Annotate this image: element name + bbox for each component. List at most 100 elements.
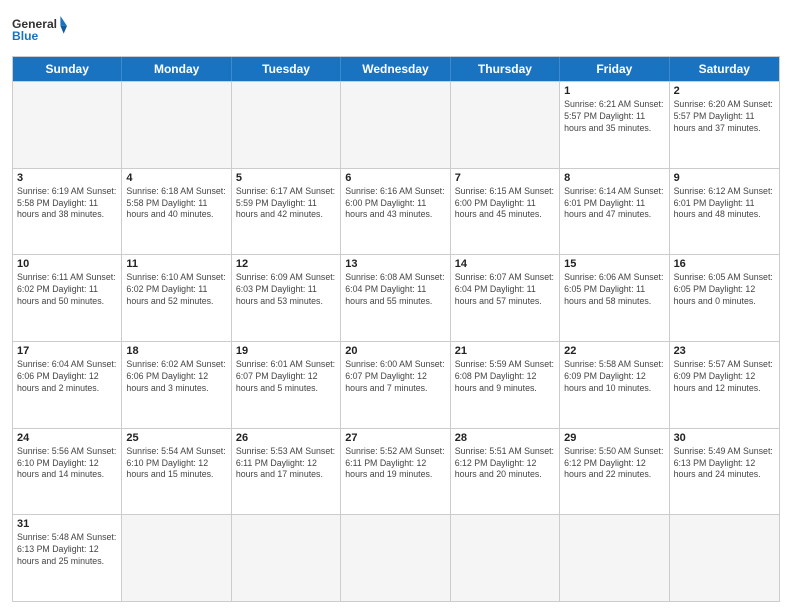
calendar-row: 31 Sunrise: 5:48 AM Sunset: 6:13 PM Dayli… [13, 514, 779, 601]
day-info: Sunrise: 6:00 AM Sunset: 6:07 PM Dayligh… [345, 359, 445, 395]
calendar-cell: 5 Sunrise: 6:17 AM Sunset: 5:59 PM Daylig… [232, 169, 341, 255]
calendar-cell [341, 82, 450, 168]
day-number: 11 [126, 258, 226, 270]
calendar-cell: 25Sunrise: 5:54 AM Sunset: 6:10 PM Dayli… [122, 429, 231, 515]
day-number: 10 [17, 258, 117, 270]
day-info: Sunrise: 5:50 AM Sunset: 6:12 PM Dayligh… [564, 446, 664, 482]
calendar-cell: 11 Sunrise: 6:10 AM Sunset: 6:02 PM Dayli… [122, 255, 231, 341]
day-info: Sunrise: 5:59 AM Sunset: 6:08 PM Dayligh… [455, 359, 555, 395]
day-number: 20 [345, 345, 445, 357]
calendar-cell: 6 Sunrise: 6:16 AM Sunset: 6:00 PM Daylig… [341, 169, 450, 255]
day-number: 28 [455, 432, 555, 444]
logo-svg: General Blue [12, 10, 67, 50]
day-number: 31 [17, 518, 117, 530]
day-info: Sunrise: 6:06 AM Sunset: 6:05 PM Dayligh… [564, 272, 664, 308]
calendar-cell: 20 Sunrise: 6:00 AM Sunset: 6:07 PM Dayli… [341, 342, 450, 428]
calendar-cell: 30 Sunrise: 5:49 AM Sunset: 6:13 PM Dayli… [670, 429, 779, 515]
calendar-cell: 22 Sunrise: 5:58 AM Sunset: 6:09 PM Dayli… [560, 342, 669, 428]
day-number: 14 [455, 258, 555, 270]
calendar-cell [341, 515, 450, 601]
calendar-row: 24 Sunrise: 5:56 AM Sunset: 6:10 PM Dayli… [13, 428, 779, 515]
calendar-row: 10 Sunrise: 6:11 AM Sunset: 6:02 PM Dayli… [13, 254, 779, 341]
calendar-cell: 16Sunrise: 6:05 AM Sunset: 6:05 PM Dayli… [670, 255, 779, 341]
calendar-cell: 23 Sunrise: 5:57 AM Sunset: 6:09 PM Dayli… [670, 342, 779, 428]
day-number: 7 [455, 172, 555, 184]
calendar-cell [451, 82, 560, 168]
calendar-cell: 21Sunrise: 5:59 AM Sunset: 6:08 PM Dayli… [451, 342, 560, 428]
day-number: 3 [17, 172, 117, 184]
weekday-header: Monday [122, 57, 231, 81]
day-info: Sunrise: 5:56 AM Sunset: 6:10 PM Dayligh… [17, 446, 117, 482]
logo: General Blue [12, 10, 67, 50]
day-number: 25 [126, 432, 226, 444]
day-info: Sunrise: 6:09 AM Sunset: 6:03 PM Dayligh… [236, 272, 336, 308]
day-number: 29 [564, 432, 664, 444]
calendar-cell [670, 515, 779, 601]
calendar-cell: 15Sunrise: 6:06 AM Sunset: 6:05 PM Dayli… [560, 255, 669, 341]
day-number: 12 [236, 258, 336, 270]
day-number: 27 [345, 432, 445, 444]
day-number: 1 [564, 85, 664, 97]
day-number: 24 [17, 432, 117, 444]
calendar-cell [451, 515, 560, 601]
day-number: 5 [236, 172, 336, 184]
day-info: Sunrise: 5:53 AM Sunset: 6:11 PM Dayligh… [236, 446, 336, 482]
day-number: 17 [17, 345, 117, 357]
day-info: Sunrise: 5:49 AM Sunset: 6:13 PM Dayligh… [674, 446, 775, 482]
calendar-cell: 19Sunrise: 6:01 AM Sunset: 6:07 PM Dayli… [232, 342, 341, 428]
weekday-header: Tuesday [232, 57, 341, 81]
day-number: 22 [564, 345, 664, 357]
calendar-cell: 27Sunrise: 5:52 AM Sunset: 6:11 PM Dayli… [341, 429, 450, 515]
calendar-row: 3 Sunrise: 6:19 AM Sunset: 5:58 PM Daylig… [13, 168, 779, 255]
day-number: 6 [345, 172, 445, 184]
calendar-row: 1 Sunrise: 6:21 AM Sunset: 5:57 PM Daylig… [13, 81, 779, 168]
calendar-cell: 29 Sunrise: 5:50 AM Sunset: 6:12 PM Dayli… [560, 429, 669, 515]
calendar-cell: 10 Sunrise: 6:11 AM Sunset: 6:02 PM Dayli… [13, 255, 122, 341]
day-info: Sunrise: 6:05 AM Sunset: 6:05 PM Dayligh… [674, 272, 775, 308]
day-number: 2 [674, 85, 775, 97]
day-info: Sunrise: 6:12 AM Sunset: 6:01 PM Dayligh… [674, 186, 775, 222]
calendar-cell: 9 Sunrise: 6:12 AM Sunset: 6:01 PM Daylig… [670, 169, 779, 255]
calendar-cell: 26Sunrise: 5:53 AM Sunset: 6:11 PM Dayli… [232, 429, 341, 515]
day-info: Sunrise: 6:14 AM Sunset: 6:01 PM Dayligh… [564, 186, 664, 222]
day-info: Sunrise: 6:20 AM Sunset: 5:57 PM Dayligh… [674, 99, 775, 135]
calendar-cell [122, 82, 231, 168]
day-info: Sunrise: 6:21 AM Sunset: 5:57 PM Dayligh… [564, 99, 664, 135]
day-info: Sunrise: 6:19 AM Sunset: 5:58 PM Dayligh… [17, 186, 117, 222]
day-info: Sunrise: 6:08 AM Sunset: 6:04 PM Dayligh… [345, 272, 445, 308]
weekday-header: Sunday [13, 57, 122, 81]
day-number: 18 [126, 345, 226, 357]
day-info: Sunrise: 6:10 AM Sunset: 6:02 PM Dayligh… [126, 272, 226, 308]
calendar-cell: 28Sunrise: 5:51 AM Sunset: 6:12 PM Dayli… [451, 429, 560, 515]
day-number: 30 [674, 432, 775, 444]
day-info: Sunrise: 6:04 AM Sunset: 6:06 PM Dayligh… [17, 359, 117, 395]
svg-text:Blue: Blue [12, 29, 38, 43]
day-info: Sunrise: 5:48 AM Sunset: 6:13 PM Dayligh… [17, 532, 117, 568]
day-info: Sunrise: 6:18 AM Sunset: 5:58 PM Dayligh… [126, 186, 226, 222]
calendar-cell: 13Sunrise: 6:08 AM Sunset: 6:04 PM Dayli… [341, 255, 450, 341]
calendar-body: 1 Sunrise: 6:21 AM Sunset: 5:57 PM Daylig… [13, 81, 779, 601]
calendar-cell: 8Sunrise: 6:14 AM Sunset: 6:01 PM Daylig… [560, 169, 669, 255]
calendar: SundayMondayTuesdayWednesdayThursdayFrid… [12, 56, 780, 602]
calendar-cell: 1 Sunrise: 6:21 AM Sunset: 5:57 PM Daylig… [560, 82, 669, 168]
day-info: Sunrise: 6:11 AM Sunset: 6:02 PM Dayligh… [17, 272, 117, 308]
calendar-cell: 7Sunrise: 6:15 AM Sunset: 6:00 PM Daylig… [451, 169, 560, 255]
day-number: 9 [674, 172, 775, 184]
calendar-cell: 2 Sunrise: 6:20 AM Sunset: 5:57 PM Daylig… [670, 82, 779, 168]
calendar-cell: 14Sunrise: 6:07 AM Sunset: 6:04 PM Dayli… [451, 255, 560, 341]
calendar-cell [13, 82, 122, 168]
calendar-cell: 24 Sunrise: 5:56 AM Sunset: 6:10 PM Dayli… [13, 429, 122, 515]
calendar-cell: 31 Sunrise: 5:48 AM Sunset: 6:13 PM Dayli… [13, 515, 122, 601]
day-info: Sunrise: 5:57 AM Sunset: 6:09 PM Dayligh… [674, 359, 775, 395]
day-info: Sunrise: 5:58 AM Sunset: 6:09 PM Dayligh… [564, 359, 664, 395]
calendar-cell: 4Sunrise: 6:18 AM Sunset: 5:58 PM Daylig… [122, 169, 231, 255]
day-number: 19 [236, 345, 336, 357]
calendar-cell: 18 Sunrise: 6:02 AM Sunset: 6:06 PM Dayli… [122, 342, 231, 428]
day-info: Sunrise: 6:17 AM Sunset: 5:59 PM Dayligh… [236, 186, 336, 222]
weekday-header: Wednesday [341, 57, 450, 81]
calendar-header: SundayMondayTuesdayWednesdayThursdayFrid… [13, 57, 779, 81]
calendar-cell [122, 515, 231, 601]
day-info: Sunrise: 6:02 AM Sunset: 6:06 PM Dayligh… [126, 359, 226, 395]
day-number: 23 [674, 345, 775, 357]
day-info: Sunrise: 6:16 AM Sunset: 6:00 PM Dayligh… [345, 186, 445, 222]
